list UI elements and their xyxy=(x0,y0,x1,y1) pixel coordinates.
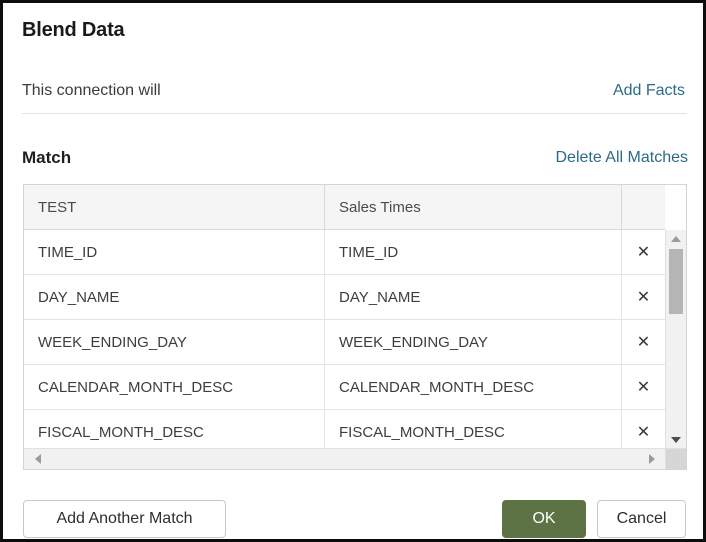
connection-description: This connection will xyxy=(22,82,161,99)
blend-data-dialog: Blend Data This connection will Add Fact… xyxy=(0,0,706,542)
column-header-sales-times: Sales Times xyxy=(324,185,621,230)
add-another-match-button[interactable]: Add Another Match xyxy=(23,500,226,538)
match-right-column: WEEK_ENDING_DAY xyxy=(324,320,621,365)
section-divider xyxy=(22,113,687,114)
match-label: Match xyxy=(22,148,72,167)
match-left-column: WEEK_ENDING_DAY xyxy=(38,334,187,351)
delete-all-matches-link[interactable]: Delete All Matches xyxy=(555,149,688,167)
match-left-column: TIME_ID xyxy=(38,244,98,261)
table-row: TIME_ID TIME_ID ✕ xyxy=(24,230,665,275)
match-left-column: FISCAL_MONTH_DESC xyxy=(38,424,204,441)
match-section-header: Match Delete All Matches xyxy=(22,148,688,172)
close-icon[interactable]: ✕ xyxy=(637,424,650,441)
vertical-scrollbar[interactable] xyxy=(665,230,686,448)
horizontal-scrollbar[interactable] xyxy=(24,448,665,469)
remove-match-cell: ✕ xyxy=(621,275,665,320)
ok-button[interactable]: OK xyxy=(502,500,586,538)
match-right-column: FISCAL_MONTH_DESC xyxy=(324,410,621,448)
remove-match-cell: ✕ xyxy=(621,230,665,275)
scroll-up-arrow-icon[interactable] xyxy=(666,230,686,247)
scroll-left-arrow-icon[interactable] xyxy=(29,449,46,469)
remove-match-cell: ✕ xyxy=(621,320,665,365)
close-icon[interactable]: ✕ xyxy=(637,289,650,306)
page-title: Blend Data xyxy=(22,19,125,41)
scroll-down-arrow-icon[interactable] xyxy=(666,431,686,448)
remove-match-cell: ✕ xyxy=(621,410,665,448)
close-icon[interactable]: ✕ xyxy=(637,334,650,351)
match-table: TEST Sales Times TIME_ID TIME_ID ✕ DAY_N… xyxy=(23,184,687,470)
add-facts-link[interactable]: Add Facts xyxy=(613,82,685,100)
scrollbar-corner xyxy=(665,448,686,469)
remove-match-cell: ✕ xyxy=(621,365,665,410)
table-row: WEEK_ENDING_DAY WEEK_ENDING_DAY ✕ xyxy=(24,320,665,365)
match-right-column: CALENDAR_MONTH_DESC xyxy=(324,365,621,410)
table-header-row: TEST Sales Times xyxy=(24,185,665,230)
close-icon[interactable]: ✕ xyxy=(637,379,650,396)
match-right-column: TIME_ID xyxy=(324,230,621,275)
match-left-column: CALENDAR_MONTH_DESC xyxy=(38,379,234,396)
scroll-right-arrow-icon[interactable] xyxy=(643,449,660,469)
table-row: FISCAL_MONTH_DESC FISCAL_MONTH_DESC ✕ xyxy=(24,410,665,448)
table-row: DAY_NAME DAY_NAME ✕ xyxy=(24,275,665,320)
connection-row: This connection will Add Facts xyxy=(22,82,685,108)
match-left-column: DAY_NAME xyxy=(38,289,120,306)
match-right-column: DAY_NAME xyxy=(324,275,621,320)
vertical-scrollbar-thumb[interactable] xyxy=(669,249,683,314)
cancel-button[interactable]: Cancel xyxy=(597,500,686,538)
table-row: CALENDAR_MONTH_DESC CALENDAR_MONTH_DESC … xyxy=(24,365,665,410)
match-table-grid: TEST Sales Times TIME_ID TIME_ID ✕ DAY_N… xyxy=(24,185,665,448)
close-icon[interactable]: ✕ xyxy=(637,244,650,261)
column-header-actions xyxy=(621,185,665,230)
column-header-test: TEST xyxy=(38,199,77,216)
